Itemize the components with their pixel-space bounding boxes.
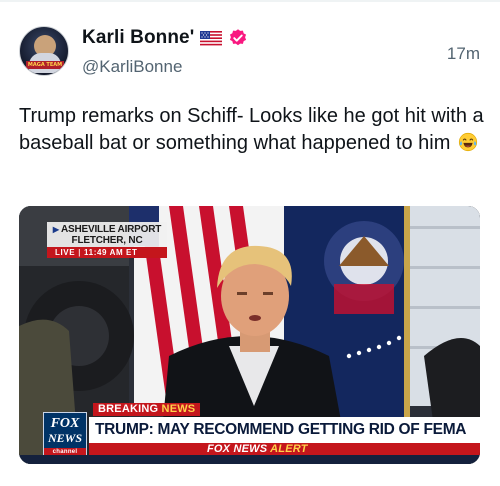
ticker-strip [19, 455, 480, 464]
fox-news-alert-bar: FOX NEWS ALERT [89, 443, 480, 455]
tweet-text: Trump remarks on Schiff- Looks like he g… [19, 103, 487, 156]
play-arrow-icon: ▶ [52, 225, 59, 234]
avatar-badge: MAGA TEAM [26, 61, 64, 69]
author-name-row: Karli Bonne' [82, 25, 248, 51]
breaking-word: BREAKING [98, 403, 159, 415]
location-overlay: ▶ ASHEVILLE AIRPORT FLETCHER, NC [47, 222, 167, 247]
headline-chyron: TRUMP: MAY RECOMMEND GETTING RID OF FEMA [89, 417, 480, 443]
us-flag-icon [200, 30, 223, 46]
avatar[interactable]: MAGA TEAM [19, 26, 69, 76]
author-display-name[interactable]: Karli Bonne' [82, 27, 194, 49]
alert-word: ALERT [270, 443, 308, 455]
verified-badge-icon [228, 28, 248, 48]
breaking-news-tag: BREAKING NEWS [93, 403, 201, 416]
top-divider [0, 0, 500, 2]
logo-fox-text: FOX [50, 416, 80, 431]
face-with-tears-of-joy-icon [458, 132, 478, 152]
alert-network: FOX NEWS [207, 443, 268, 455]
live-bar: LIVE | 11:49 AM ET [47, 247, 167, 258]
breaking-news-word: NEWS [161, 403, 196, 415]
tweet-media-image[interactable]: ▶ ASHEVILLE AIRPORT FLETCHER, NC LIVE | 11… [19, 206, 480, 464]
location-line2: FLETCHER, NC [71, 235, 143, 246]
author-handle[interactable]: @KarliBonne [82, 57, 182, 77]
logo-news-text: NEWS [47, 431, 82, 445]
live-time: 11:49 AM ET [84, 248, 138, 257]
tweet-timestamp[interactable]: 17m [447, 44, 480, 64]
live-label: LIVE [55, 248, 76, 257]
live-separator: | [78, 248, 82, 257]
fox-news-logo: FOX NEWS channel [43, 412, 87, 458]
location-line1: ASHEVILLE AIRPORT [61, 224, 162, 235]
tweet-body: Trump remarks on Schiff- Looks like he g… [19, 105, 484, 154]
